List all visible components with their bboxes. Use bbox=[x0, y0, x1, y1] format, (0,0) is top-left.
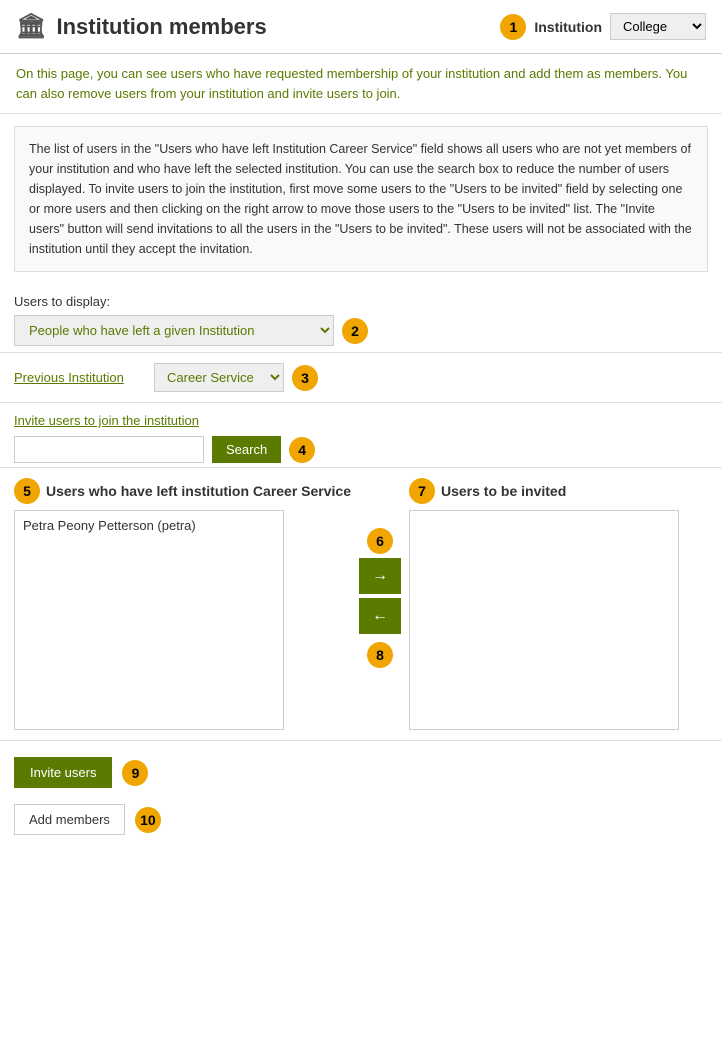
badge-7: 7 bbox=[409, 478, 435, 504]
right-users-title: 7Users to be invited bbox=[409, 478, 679, 504]
left-users-title: 5Users who have left institution Career … bbox=[14, 478, 351, 504]
badge-1: 1 bbox=[500, 14, 526, 40]
badge-8: 8 bbox=[367, 642, 393, 668]
info-banner: On this page, you can see users who have… bbox=[0, 54, 722, 114]
list-item[interactable]: Petra Peony Petterson (petra) bbox=[19, 515, 279, 536]
badge-10: 10 bbox=[135, 807, 161, 833]
right-users-col: 7Users to be invited bbox=[409, 478, 679, 730]
institution-label: Institution bbox=[534, 19, 602, 35]
move-right-button[interactable]: → bbox=[359, 558, 401, 594]
description-box: The list of users in the "Users who have… bbox=[14, 126, 708, 272]
previous-institution-row: Previous Institution Career Service Coll… bbox=[0, 352, 722, 403]
header-controls: 1 Institution College University School bbox=[500, 13, 706, 40]
left-users-col: 5Users who have left institution Career … bbox=[14, 478, 351, 730]
badge-3: 3 bbox=[292, 365, 318, 391]
badge-6: 6 bbox=[367, 528, 393, 554]
badge-5: 5 bbox=[14, 478, 40, 504]
invite-label: Invite users to join the institution bbox=[14, 413, 708, 428]
header: 🏛 Institution members 1 Institution Coll… bbox=[0, 0, 722, 54]
search-button[interactable]: Search bbox=[212, 436, 281, 463]
previous-institution-select[interactable]: Career Service College University bbox=[154, 363, 284, 392]
move-left-button[interactable]: ← bbox=[359, 598, 401, 634]
page-title: Institution members bbox=[56, 14, 266, 40]
left-users-list[interactable]: Petra Peony Petterson (petra) bbox=[14, 510, 284, 730]
arrow-col: 6 → ← 8 bbox=[359, 478, 401, 668]
search-row: Search 4 bbox=[14, 436, 708, 463]
badge-9: 9 bbox=[122, 760, 148, 786]
badge-2: 2 bbox=[342, 318, 368, 344]
institution-select[interactable]: College University School bbox=[610, 13, 706, 40]
invite-users-button[interactable]: Invite users bbox=[14, 757, 112, 788]
badge-4: 4 bbox=[289, 437, 315, 463]
lists-container: 5Users who have left institution Career … bbox=[14, 478, 708, 730]
add-members-row: Add members 10 bbox=[0, 798, 722, 855]
institution-icon: 🏛 bbox=[16, 12, 46, 41]
users-display-section: Users to display: People who have left a… bbox=[0, 284, 722, 352]
right-users-list[interactable] bbox=[409, 510, 679, 730]
users-display-label: Users to display: bbox=[14, 294, 708, 309]
previous-institution-controls: Career Service College University 3 bbox=[154, 363, 318, 392]
previous-institution-label: Previous Institution bbox=[14, 370, 134, 385]
page-title-area: 🏛 Institution members bbox=[16, 12, 488, 41]
lists-section: 5Users who have left institution Career … bbox=[0, 468, 722, 740]
users-display-controls: People who have left a given Institution… bbox=[14, 315, 708, 346]
users-display-select[interactable]: People who have left a given Institution… bbox=[14, 315, 334, 346]
invite-section: Invite users to join the institution Sea… bbox=[0, 403, 722, 468]
add-members-button[interactable]: Add members bbox=[14, 804, 125, 835]
search-input[interactable] bbox=[14, 436, 204, 463]
invite-button-row: Invite users 9 bbox=[0, 740, 722, 798]
